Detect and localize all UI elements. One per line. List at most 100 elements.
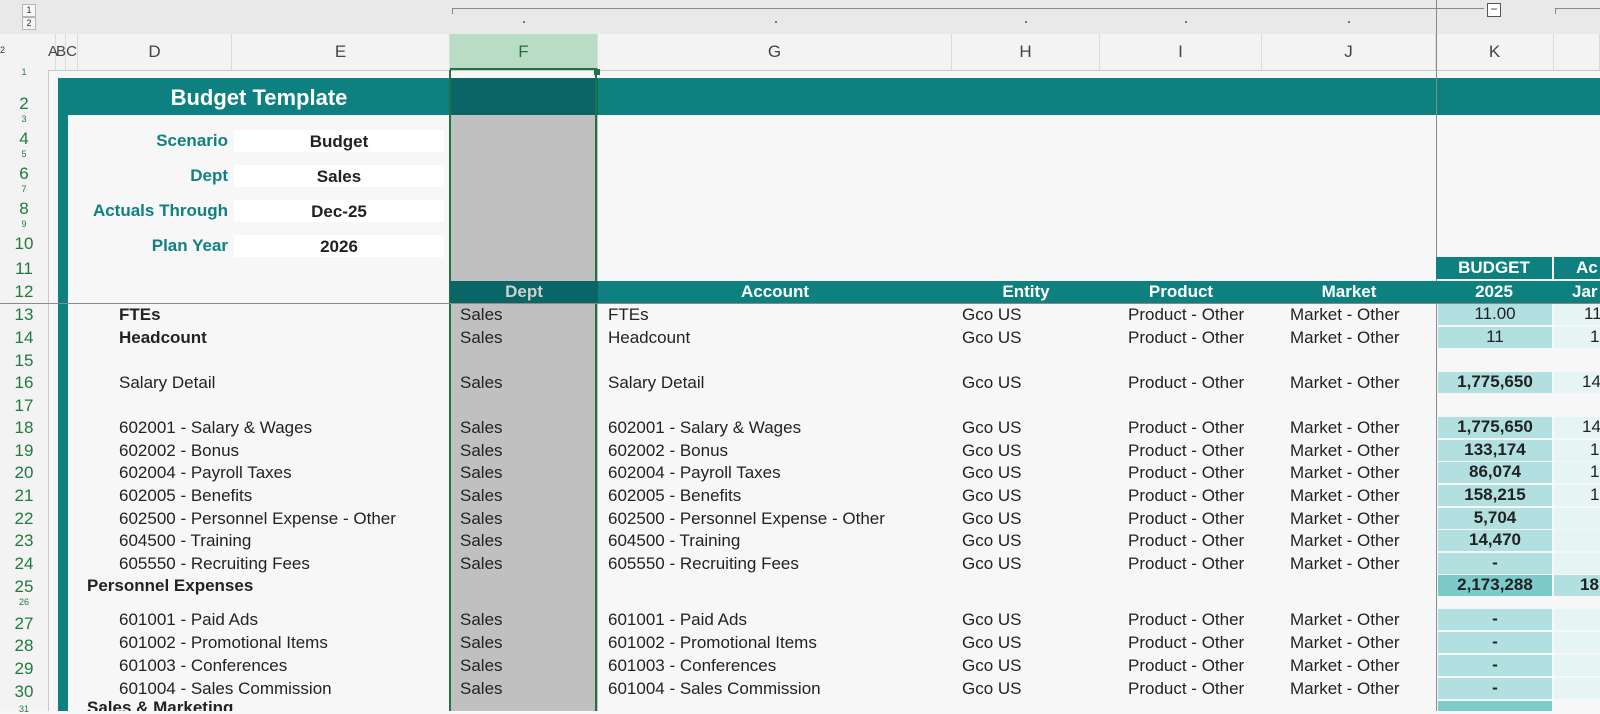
- market-cell[interactable]: Market - Other: [1290, 509, 1400, 529]
- account-cell[interactable]: 601004 - Sales Commission: [608, 679, 821, 699]
- row-number[interactable]: 11: [0, 259, 48, 279]
- row-number[interactable]: 4: [0, 129, 48, 149]
- entity-cell[interactable]: Gco US: [962, 679, 1022, 699]
- header-account[interactable]: Account: [598, 281, 952, 303]
- market-cell[interactable]: Market - Other: [1290, 463, 1400, 483]
- row-number[interactable]: 27: [0, 614, 48, 634]
- param-value-actuals-through-cell[interactable]: Dec-25: [234, 200, 444, 222]
- dept-cell[interactable]: Sales: [460, 373, 503, 393]
- entity-cell[interactable]: Gco US: [962, 554, 1022, 574]
- product-cell[interactable]: Product - Other: [1128, 486, 1244, 506]
- column-header-i[interactable]: I: [1100, 34, 1262, 70]
- row-number[interactable]: 5: [0, 149, 48, 159]
- row-number[interactable]: 23: [0, 531, 48, 551]
- budget-cell[interactable]: 14,470: [1438, 530, 1552, 551]
- actual-cell[interactable]: 1: [1554, 440, 1600, 461]
- row-number[interactable]: 6: [0, 164, 48, 184]
- product-cell[interactable]: Product - Other: [1128, 441, 1244, 461]
- budget-cell[interactable]: -: [1438, 553, 1552, 574]
- row-number[interactable]: 24: [0, 554, 48, 574]
- row-number[interactable]: 31: [0, 704, 48, 714]
- budget-total-cell[interactable]: 2,173,288: [1438, 575, 1552, 596]
- dept-cell[interactable]: Sales: [460, 509, 503, 529]
- row-number[interactable]: 22: [0, 509, 48, 529]
- product-cell[interactable]: Product - Other: [1128, 610, 1244, 630]
- selection-fill-handle[interactable]: [594, 69, 600, 75]
- account-cell[interactable]: Headcount: [608, 328, 690, 348]
- entity-cell[interactable]: Gco US: [962, 328, 1022, 348]
- row-number[interactable]: 25: [0, 577, 48, 597]
- product-cell[interactable]: Product - Other: [1128, 679, 1244, 699]
- param-value-dept-cell[interactable]: Sales: [234, 165, 444, 187]
- actual-cell[interactable]: [1554, 609, 1600, 630]
- column-header-d[interactable]: D: [78, 34, 232, 70]
- budget-cell[interactable]: -: [1438, 655, 1552, 676]
- column-header-k[interactable]: K: [1436, 34, 1554, 70]
- header-budget-year[interactable]: 2025: [1436, 281, 1552, 303]
- actual-cell[interactable]: 1: [1554, 462, 1600, 483]
- actual-cell[interactable]: [1554, 530, 1600, 551]
- column-header-f[interactable]: F: [450, 34, 598, 70]
- budget-cell[interactable]: 11.00: [1438, 304, 1552, 325]
- header-actual-month[interactable]: Jar: [1554, 281, 1600, 303]
- actual-cell[interactable]: 11: [1554, 304, 1600, 325]
- budget-cell[interactable]: -: [1438, 609, 1552, 630]
- account-cell[interactable]: 604500 - Training: [608, 531, 740, 551]
- account-cell[interactable]: FTEs: [608, 305, 649, 325]
- budget-cell[interactable]: 133,174: [1438, 440, 1552, 461]
- dept-cell[interactable]: Sales: [460, 633, 503, 653]
- actual-cell[interactable]: [1554, 508, 1600, 529]
- row-number[interactable]: 18: [0, 418, 48, 438]
- account-cell[interactable]: 602500 - Personnel Expense - Other: [608, 509, 885, 529]
- budget-cell[interactable]: -: [1438, 678, 1552, 699]
- account-cell[interactable]: Salary Detail: [608, 373, 704, 393]
- row-number[interactable]: 15: [0, 351, 48, 371]
- budget-cell[interactable]: 11: [1438, 327, 1552, 348]
- entity-cell[interactable]: Gco US: [962, 305, 1022, 325]
- account-cell[interactable]: 605550 - Recruiting Fees: [608, 554, 799, 574]
- account-cell[interactable]: 601003 - Conferences: [608, 656, 776, 676]
- row-number[interactable]: 26: [0, 597, 48, 607]
- actual-cell[interactable]: 1: [1554, 485, 1600, 506]
- entity-cell[interactable]: Gco US: [962, 531, 1022, 551]
- market-cell[interactable]: Market - Other: [1290, 418, 1400, 438]
- column-header-l[interactable]: [1554, 34, 1600, 70]
- actual-cell[interactable]: 14: [1554, 372, 1600, 393]
- dept-cell[interactable]: Sales: [460, 610, 503, 630]
- header-market[interactable]: Market: [1262, 281, 1436, 303]
- param-value-scenario-cell[interactable]: Budget: [234, 130, 444, 152]
- row-number[interactable]: 14: [0, 328, 48, 348]
- account-cell[interactable]: 601002 - Promotional Items: [608, 633, 817, 653]
- column-header-g[interactable]: G: [598, 34, 952, 70]
- outline-level-1-button[interactable]: 1: [22, 4, 36, 17]
- budget-cell[interactable]: 86,074: [1438, 462, 1552, 483]
- outline-level-2-button[interactable]: 2: [22, 17, 36, 30]
- row-number[interactable]: 20: [0, 463, 48, 483]
- row-number[interactable]: 7: [0, 184, 48, 194]
- dept-cell[interactable]: Sales: [460, 656, 503, 676]
- actual-cell[interactable]: [1554, 632, 1600, 653]
- market-cell[interactable]: Market - Other: [1290, 633, 1400, 653]
- dept-cell[interactable]: Sales: [460, 554, 503, 574]
- column-header-a[interactable]: A: [48, 34, 58, 70]
- dept-cell[interactable]: Sales: [460, 305, 503, 325]
- product-cell[interactable]: Product - Other: [1128, 305, 1244, 325]
- entity-cell[interactable]: Gco US: [962, 656, 1022, 676]
- product-cell[interactable]: Product - Other: [1128, 531, 1244, 551]
- product-cell[interactable]: Product - Other: [1128, 554, 1244, 574]
- row-number[interactable]: 30: [0, 682, 48, 702]
- dept-cell[interactable]: Sales: [460, 486, 503, 506]
- row-number[interactable]: 29: [0, 659, 48, 679]
- dept-cell[interactable]: Sales: [460, 418, 503, 438]
- actual-cell[interactable]: [1554, 553, 1600, 574]
- param-value-plan-year-cell[interactable]: 2026: [234, 235, 444, 257]
- column-header-h[interactable]: H: [952, 34, 1100, 70]
- dept-cell[interactable]: Sales: [460, 328, 503, 348]
- entity-cell[interactable]: Gco US: [962, 509, 1022, 529]
- row-number[interactable]: 8: [0, 199, 48, 219]
- row-number[interactable]: 21: [0, 486, 48, 506]
- column-header-e[interactable]: E: [232, 34, 450, 70]
- product-cell[interactable]: Product - Other: [1128, 633, 1244, 653]
- actual-cell[interactable]: 14: [1554, 417, 1600, 438]
- budget-cell[interactable]: -: [1438, 632, 1552, 653]
